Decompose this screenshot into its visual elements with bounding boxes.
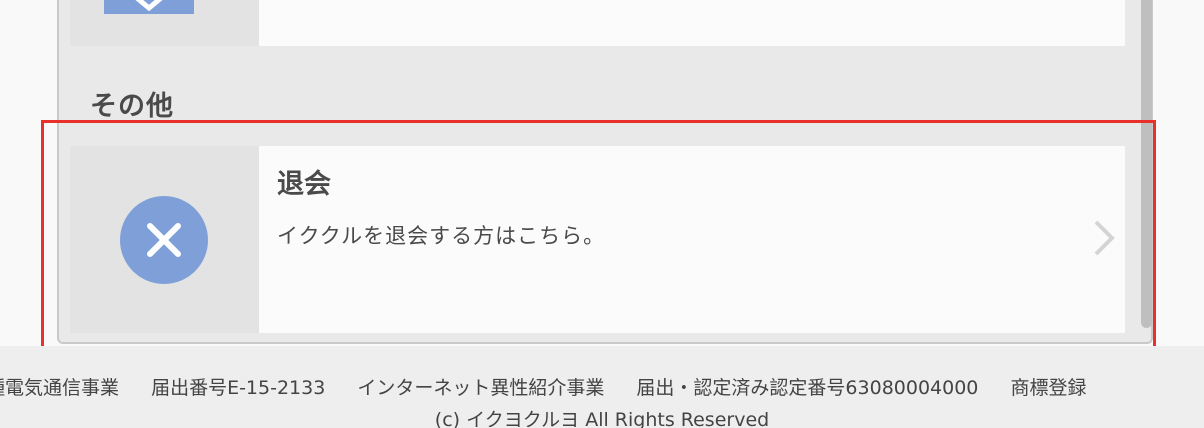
scrollbar[interactable] [1141,0,1152,328]
menu-panel: その他 退会 イククルを退会する方はこちら。 [57,0,1153,344]
chevron-right-icon [1094,220,1115,256]
mail-menu-item[interactable] [70,0,1125,46]
page: その他 退会 イククルを退会する方はこちら。 種電気通信事業 届出番号E-15-… [0,0,1204,428]
footer-registration-item: 届出番号E-15-2133 [151,377,326,399]
mail-item-thumb [70,0,259,46]
withdraw-title: 退会 [277,169,331,200]
footer-copyright: (c) イクヨクルヨ All Rights Reserved [434,409,770,428]
footer-registration-item: 種電気通信事業 [0,377,120,399]
section-title-other: その他 [90,91,174,122]
withdraw-item-thumb [70,146,259,333]
withdraw-menu-item[interactable]: 退会 イククルを退会する方はこちら。 [70,146,1125,333]
footer-registration-item: インターネット異性紹介事業 [357,377,605,399]
close-circle-icon [120,196,208,284]
footer-registrations: 種電気通信事業 届出番号E-15-2133 インターネット異性紹介事業 届出・認… [0,376,1112,400]
footer-registration-item: 商標登録 [1010,377,1087,399]
footer: 種電気通信事業 届出番号E-15-2133 インターネット異性紹介事業 届出・認… [0,346,1204,428]
footer-registration-item: 届出・認定済み認定番号63080004000 [636,377,979,399]
mail-icon [104,0,194,14]
withdraw-description: イククルを退会する方はこちら。 [277,224,606,248]
